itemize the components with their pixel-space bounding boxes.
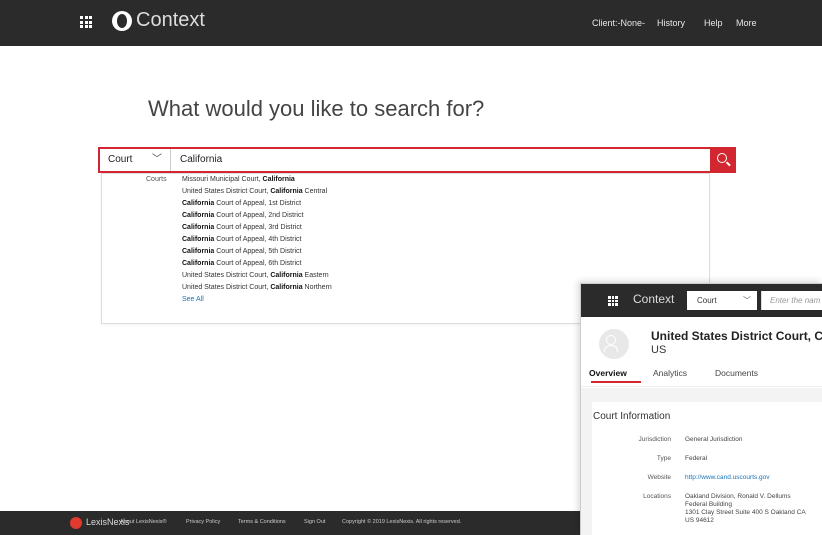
panel-search-input[interactable]: Enter the nam <box>761 291 822 310</box>
court-country: US <box>651 344 667 356</box>
terms-link[interactable]: Terms & Conditions <box>238 519 286 525</box>
suggestion-list: Missouri Municipal Court, California Uni… <box>182 174 332 306</box>
copyright-text: Copyright © 2019 LexisNexis. All rights … <box>342 519 462 525</box>
panel-type-select[interactable]: Court ﹀ <box>687 291 757 310</box>
panel-type-value: Court <box>697 296 717 305</box>
see-all-link[interactable]: See All <box>182 294 332 306</box>
tab-documents[interactable]: Documents <box>715 368 758 378</box>
history-link[interactable]: History <box>657 0 685 46</box>
suggestion-item[interactable]: California Court of Appeal, 4th District <box>182 234 332 246</box>
tab-overview[interactable]: Overview <box>589 368 627 378</box>
panel-brand[interactable]: Context <box>633 292 674 306</box>
search-type-value: Court <box>108 154 133 165</box>
help-link[interactable]: Help <box>704 0 723 46</box>
website-value: http://www.cand.uscourts.gov <box>685 474 770 481</box>
suggestion-item[interactable]: California Court of Appeal, 1st District <box>182 198 332 210</box>
apps-grid-icon[interactable] <box>80 16 92 28</box>
jurisdiction-label: Jurisdiction <box>638 436 671 443</box>
apps-grid-icon[interactable] <box>608 296 618 306</box>
footer: LexisNexis About LexisNexis® Privacy Pol… <box>0 511 580 535</box>
suggestion-item[interactable]: California Court of Appeal, 3rd District <box>182 222 332 234</box>
active-tab-indicator <box>591 381 641 383</box>
context-logo-icon <box>112 11 132 31</box>
more-menu[interactable]: More <box>736 0 757 46</box>
panel-top-bar: Context Court ﹀ Enter the nam <box>581 284 822 317</box>
court-detail-panel: Context Court ﹀ Enter the nam United Sta… <box>580 283 822 535</box>
suggestion-item[interactable]: United States District Court, California… <box>182 282 332 294</box>
location-line: US 94612 <box>685 517 714 524</box>
client-menu[interactable]: Client:-None- <box>592 0 645 46</box>
lexisnexis-logo-icon <box>70 517 82 529</box>
suggestion-item[interactable]: United States District Court, California… <box>182 270 332 282</box>
brand-name[interactable]: Context <box>136 9 205 32</box>
type-label: Type <box>656 455 671 462</box>
website-label: Website <box>647 474 671 481</box>
chevron-down-icon: ﹀ <box>152 154 162 165</box>
chevron-down-icon: ﹀ <box>743 296 751 305</box>
type-value: Federal <box>685 455 708 462</box>
suggestion-item[interactable]: United States District Court, California… <box>182 186 332 198</box>
suggestion-item[interactable]: California Court of Appeal, 5th District <box>182 246 332 258</box>
search-type-select[interactable]: Court ﹀ <box>100 149 171 171</box>
panel-tabs: Overview Analytics Documents <box>581 364 822 387</box>
location-line: Oakland Division, Ronald V. Dellums <box>685 493 791 500</box>
search-icon <box>717 153 727 163</box>
suggestion-item[interactable]: Missouri Municipal Court, California <box>182 174 332 186</box>
jurisdiction-value: General Jurisdiction <box>685 436 743 443</box>
top-bar: Context Client:-None- History Help More <box>0 0 822 46</box>
about-link[interactable]: About LexisNexis® <box>120 519 167 525</box>
search-input[interactable] <box>180 149 700 171</box>
sign-out-link[interactable]: Sign Out <box>304 519 325 525</box>
section-title: Court Information <box>593 411 671 422</box>
search-bar: Court ﹀ <box>98 147 710 173</box>
website-link[interactable]: http://www.cand.uscourts.gov <box>685 474 770 481</box>
suggestion-group-label: Courts <box>146 176 167 183</box>
tab-analytics[interactable]: Analytics <box>653 368 687 378</box>
suggestion-item[interactable]: California Court of Appeal, 6th District <box>182 258 332 270</box>
court-title: United States District Court, Ca <box>651 329 822 343</box>
location-line: Federal Building <box>685 501 732 508</box>
locations-value: Oakland Division, Ronald V. Dellums Fede… <box>685 493 806 525</box>
suggestion-item[interactable]: California Court of Appeal, 2nd District <box>182 210 332 222</box>
privacy-link[interactable]: Privacy Policy <box>186 519 220 525</box>
locations-label: Locations <box>643 493 671 500</box>
search-button[interactable] <box>710 147 736 173</box>
court-avatar-icon <box>599 329 629 359</box>
location-line: 1301 Clay Street Suite 400 S Oakland CA <box>685 509 806 516</box>
page-title: What would you like to search for? <box>148 96 485 121</box>
